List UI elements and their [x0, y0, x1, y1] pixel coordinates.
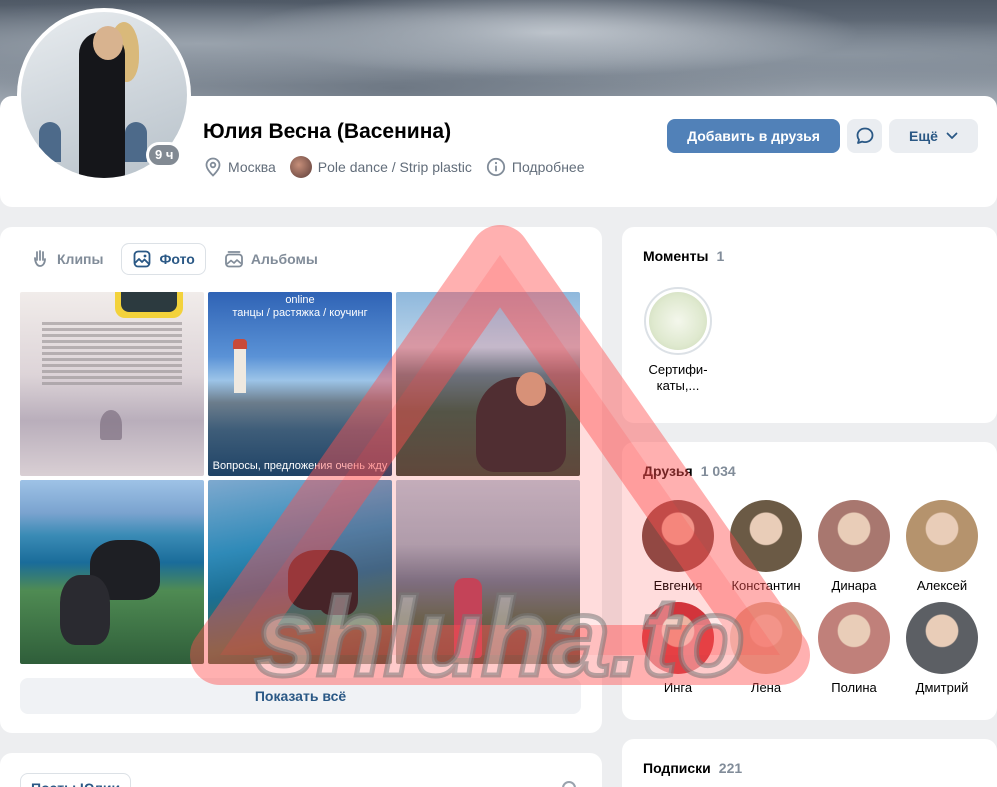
tab-albums[interactable]: Альбомы	[214, 243, 328, 275]
photo-thumbnail[interactable]	[20, 480, 204, 664]
media-tabs: Клипы Фото Альбомы	[20, 243, 328, 275]
tab-clips[interactable]: Клипы	[20, 243, 113, 275]
group-label: Pole dance / Strip plastic	[317, 159, 472, 175]
friend-avatar	[906, 500, 978, 572]
friend-item[interactable]: Лена	[722, 602, 810, 695]
photo-thumbnail[interactable]	[208, 480, 392, 664]
photo-caption-top: online танцы / растяжка / коучинг	[232, 294, 368, 319]
posts-card: Посты Юлии	[0, 753, 602, 787]
friend-item[interactable]: Алексей	[898, 500, 986, 593]
friend-avatar	[730, 602, 802, 674]
search-icon[interactable]	[562, 781, 576, 787]
location-icon	[205, 157, 221, 177]
friend-avatar	[906, 602, 978, 674]
friend-item[interactable]: Инга	[634, 602, 722, 695]
friend-name: Дмитрий	[915, 680, 969, 695]
city-label: Москва	[228, 159, 276, 175]
photo-thumbnail[interactable]: online танцы / растяжка / коучинг Вопрос…	[208, 292, 392, 476]
friend-avatar	[818, 602, 890, 674]
posts-tab[interactable]: Посты Юлии	[20, 773, 132, 787]
friend-name: Алексей	[916, 578, 968, 593]
albums-icon	[224, 251, 243, 268]
photo-caption-bottom: Вопросы, предложения очень жду	[212, 460, 388, 472]
moments-title: Моменты	[643, 248, 709, 264]
friend-name: Лена	[750, 680, 782, 695]
friend-item[interactable]: Динара	[810, 500, 898, 593]
info-icon	[486, 157, 505, 177]
subscriptions-title: Подписки	[643, 760, 711, 776]
message-icon	[856, 127, 873, 144]
group-avatar	[289, 156, 312, 178]
chevron-down-icon	[946, 132, 958, 139]
friends-count: 1 034	[700, 463, 736, 479]
tab-label: Альбомы	[250, 251, 318, 267]
moments-card: Моменты 1 Сертифи- каты,...	[622, 227, 997, 423]
city-item[interactable]: Москва	[204, 157, 276, 177]
clips-icon	[34, 250, 46, 267]
more-label: Ещё	[909, 128, 938, 144]
profile-name: Юлия Весна (Васенина)	[203, 120, 452, 143]
friend-avatar	[642, 602, 714, 674]
subscriptions-header[interactable]: Подписки 221	[643, 760, 742, 776]
photo-icon	[134, 250, 151, 268]
friend-item[interactable]: Дмитрий	[898, 602, 986, 695]
message-button[interactable]	[847, 119, 882, 153]
friend-name: Евгения	[653, 578, 703, 593]
friend-name: Инга	[663, 680, 693, 695]
tab-photos[interactable]: Фото	[121, 243, 206, 275]
tab-label: Клипы	[57, 251, 104, 267]
photo-grid: online танцы / растяжка / коучинг Вопрос…	[20, 292, 581, 664]
details-label: Подробнее	[511, 159, 585, 175]
group-item[interactable]: Pole dance / Strip plastic	[289, 156, 472, 178]
friend-avatar	[642, 500, 714, 572]
friend-avatar	[730, 500, 802, 572]
last-seen-badge: 9 ч	[146, 142, 183, 168]
moment-item[interactable]	[644, 287, 712, 355]
photos-card: Клипы Фото Альбомы online танцы / растяж…	[0, 227, 602, 733]
show-all-photos-button[interactable]: Показать всё	[20, 678, 581, 714]
photo-thumbnail[interactable]	[20, 292, 204, 476]
add-friend-button[interactable]: Добавить в друзья	[667, 119, 840, 153]
subscriptions-count: 221	[718, 760, 743, 776]
friend-name: Константин	[731, 578, 801, 593]
moments-count: 1	[716, 248, 725, 264]
more-button[interactable]: Ещё	[889, 119, 978, 153]
friend-item[interactable]: Евгения	[634, 500, 722, 593]
friends-title: Друзья	[643, 463, 693, 479]
profile-meta: Москва Pole dance / Strip plastic Подроб…	[204, 156, 585, 178]
friends-header[interactable]: Друзья 1 034	[643, 463, 736, 479]
friend-item[interactable]: Константин	[722, 500, 810, 593]
friend-avatar	[818, 500, 890, 572]
friend-name: Полина	[831, 680, 877, 695]
friend-item[interactable]: Полина	[810, 602, 898, 695]
subscriptions-card: Подписки 221	[622, 739, 997, 787]
friends-grid: Евгения Константин Динара Алексей Инга Лена По…	[634, 500, 986, 695]
photo-thumbnail[interactable]	[396, 292, 580, 476]
details-item[interactable]: Подробнее	[486, 157, 585, 177]
friend-name: Динара	[831, 578, 877, 593]
moment-label: Сертифи- каты,...	[648, 362, 708, 393]
photo-thumbnail[interactable]	[396, 480, 580, 664]
tab-label: Фото	[159, 251, 195, 267]
moments-header[interactable]: Моменты 1	[643, 248, 724, 264]
friends-card: Друзья 1 034 Евгения Константин Динара Алек…	[622, 442, 997, 720]
